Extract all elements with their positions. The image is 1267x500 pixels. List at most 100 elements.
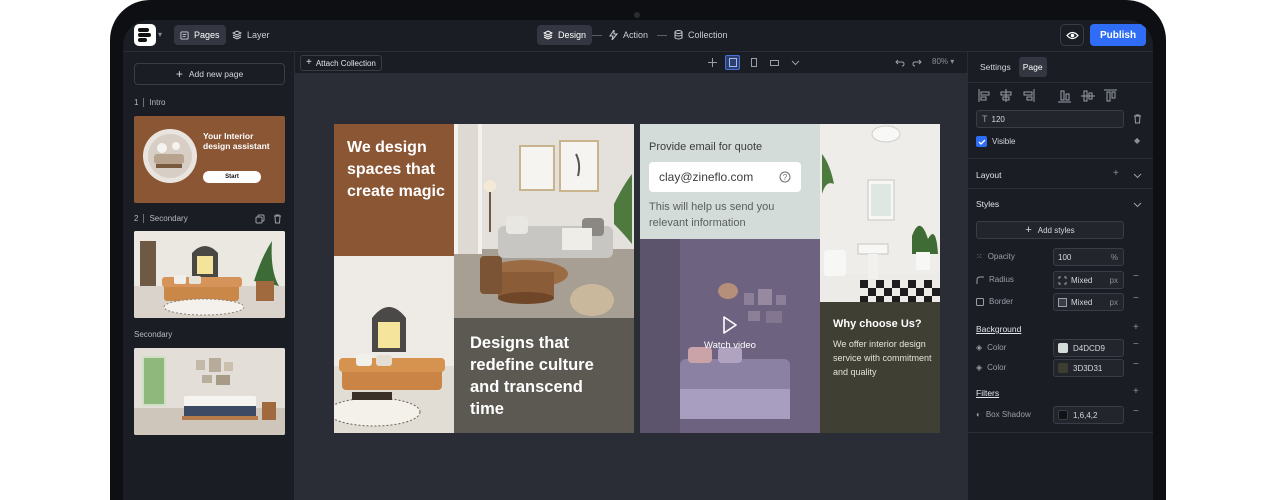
artboard[interactable]: We design spaces that create magic Desig… — [334, 124, 940, 433]
email-input[interactable]: clay@zineflo.com ? — [649, 162, 801, 192]
diamond-icon[interactable]: ◆ — [1134, 136, 1140, 145]
color-input-2[interactable]: 3D3D31 — [1053, 359, 1124, 377]
tablet-view-icon[interactable] — [746, 55, 761, 70]
shadow-swatch[interactable] — [1058, 410, 1068, 420]
page-thumbnail-intro[interactable]: Your Interior design assistant Start — [134, 116, 285, 203]
action-tab[interactable]: Action — [603, 25, 654, 45]
plus-icon[interactable]: + — [1133, 386, 1139, 397]
logo-icon[interactable] — [134, 24, 156, 46]
trash-icon[interactable] — [1133, 114, 1142, 124]
opacity-input[interactable]: 100 % — [1053, 248, 1124, 266]
room-image — [454, 124, 634, 318]
color-label-1: Color — [987, 343, 1007, 352]
page-number: 1 — [134, 98, 139, 107]
thumbnail-image — [143, 129, 197, 183]
pages-tab[interactable]: Pages — [174, 25, 226, 45]
app-screen: ▾ Pages Layer Design Action Collection P… — [123, 20, 1153, 500]
mobile-view-icon[interactable] — [767, 55, 782, 70]
redo-icon[interactable] — [909, 55, 924, 70]
divider — [968, 188, 1153, 189]
collection-tab[interactable]: Collection — [668, 25, 734, 45]
page-name: Intro — [149, 98, 166, 107]
quote-form-block[interactable]: Provide email for quote clay@zineflo.com… — [640, 124, 820, 239]
trash-icon[interactable] — [273, 214, 282, 224]
minus-icon[interactable]: − — [1133, 339, 1139, 350]
why-choose-block[interactable]: Why choose Us? We offer interior design … — [820, 302, 940, 433]
text-size-value: 120 — [991, 114, 1005, 124]
tab-settings[interactable]: Settings — [976, 57, 1015, 77]
svg-text:?: ? — [783, 173, 788, 182]
radius-icon — [976, 276, 984, 284]
minus-icon[interactable]: − — [1133, 359, 1139, 370]
filters-section-title[interactable]: Filters — [976, 388, 999, 398]
why-title: Why choose Us? — [833, 318, 922, 330]
checkbox-icon[interactable] — [976, 136, 987, 147]
pages-panel: + Add new page 1 Intro Your Interior des… — [123, 52, 295, 500]
minus-icon[interactable]: − — [1133, 271, 1139, 282]
color-swatch[interactable] — [1058, 363, 1068, 373]
page-label-1[interactable]: 1 Intro — [134, 98, 165, 107]
page-label-2[interactable]: 2 Secondary — [134, 214, 188, 223]
plus-icon[interactable]: + — [1113, 168, 1119, 179]
video-block[interactable]: Watch video — [640, 239, 820, 433]
text-size-field[interactable]: T 120 — [976, 110, 1124, 128]
box-shadow-input[interactable]: 1,6,4,2 — [1053, 406, 1124, 424]
visible-toggle[interactable]: Visible — [976, 136, 1015, 147]
email-note: This will help us send you relevant info… — [649, 201, 775, 229]
shadow-icon: ◐ — [976, 410, 981, 419]
preview-button[interactable] — [1060, 24, 1084, 46]
laptop-frame: ▾ Pages Layer Design Action Collection P… — [110, 0, 1166, 500]
page-name: Secondary — [134, 330, 173, 339]
chevron-down-icon[interactable] — [1133, 173, 1142, 179]
publish-button[interactable]: Publish — [1090, 24, 1146, 46]
headline-block[interactable]: We design spaces that create magic — [334, 124, 454, 256]
plus-icon[interactable]: + — [1133, 322, 1139, 333]
border-input[interactable]: Mixed px — [1053, 293, 1124, 311]
attach-collection-label: Attach Collection — [315, 58, 376, 68]
step-divider — [592, 35, 602, 36]
page-number: 2 — [134, 214, 139, 223]
attach-collection-button[interactable]: + Attach Collection — [300, 55, 382, 71]
play-icon[interactable] — [722, 316, 738, 334]
border-row: Border — [976, 297, 1013, 306]
design-tab[interactable]: Design — [537, 25, 593, 45]
background-section-title[interactable]: Background — [976, 324, 1021, 334]
layer-icon — [232, 30, 242, 40]
room-photo-1 — [334, 256, 454, 433]
plus-icon[interactable] — [705, 55, 720, 70]
bedroom-image — [640, 239, 820, 433]
divider — [143, 214, 145, 223]
thumbnail-image — [134, 348, 285, 435]
page-thumbnail-secondary-2[interactable] — [134, 348, 285, 435]
border-swatch-icon — [1058, 297, 1067, 307]
design-canvas[interactable]: + Attach Collection 80% ▾ We design spac… — [295, 52, 967, 500]
pages-icon — [180, 30, 189, 40]
zoom-level[interactable]: 80% ▾ — [932, 57, 954, 66]
radius-input[interactable]: Mixed px — [1053, 271, 1124, 289]
minus-icon[interactable]: − — [1133, 293, 1139, 304]
design-icon — [543, 30, 553, 40]
headline-block-2[interactable]: Designs that redefine culture and transc… — [454, 318, 634, 433]
copy-icon[interactable] — [255, 214, 265, 224]
visible-label: Visible — [992, 137, 1016, 146]
layout-section-title: Layout — [976, 170, 1002, 180]
thumbnail-image — [134, 231, 285, 318]
minus-icon[interactable]: − — [1133, 406, 1139, 417]
color-input-1[interactable]: D4DCD9 — [1053, 339, 1124, 357]
color-swatch[interactable] — [1058, 343, 1068, 353]
chevron-down-icon[interactable]: ▾ — [158, 30, 162, 39]
page-label-3[interactable]: Secondary — [134, 330, 172, 339]
divider — [143, 98, 145, 107]
add-page-button[interactable]: + Add new page — [134, 63, 285, 85]
chevron-down-icon[interactable] — [1133, 202, 1142, 208]
add-styles-button[interactable]: + Add styles — [976, 221, 1124, 239]
page-thumbnail-secondary-1[interactable] — [134, 231, 285, 318]
tab-page[interactable]: Page — [1018, 57, 1047, 77]
opacity-label: Opacity — [987, 252, 1015, 261]
alignment-icons[interactable] — [978, 89, 1128, 103]
headline-text: We design spaces that create magic — [347, 139, 445, 200]
undo-icon[interactable] — [892, 55, 907, 70]
chevron-down-icon[interactable] — [788, 55, 803, 70]
layer-tab[interactable]: Layer — [226, 25, 276, 45]
desktop-view-icon[interactable] — [725, 55, 740, 70]
